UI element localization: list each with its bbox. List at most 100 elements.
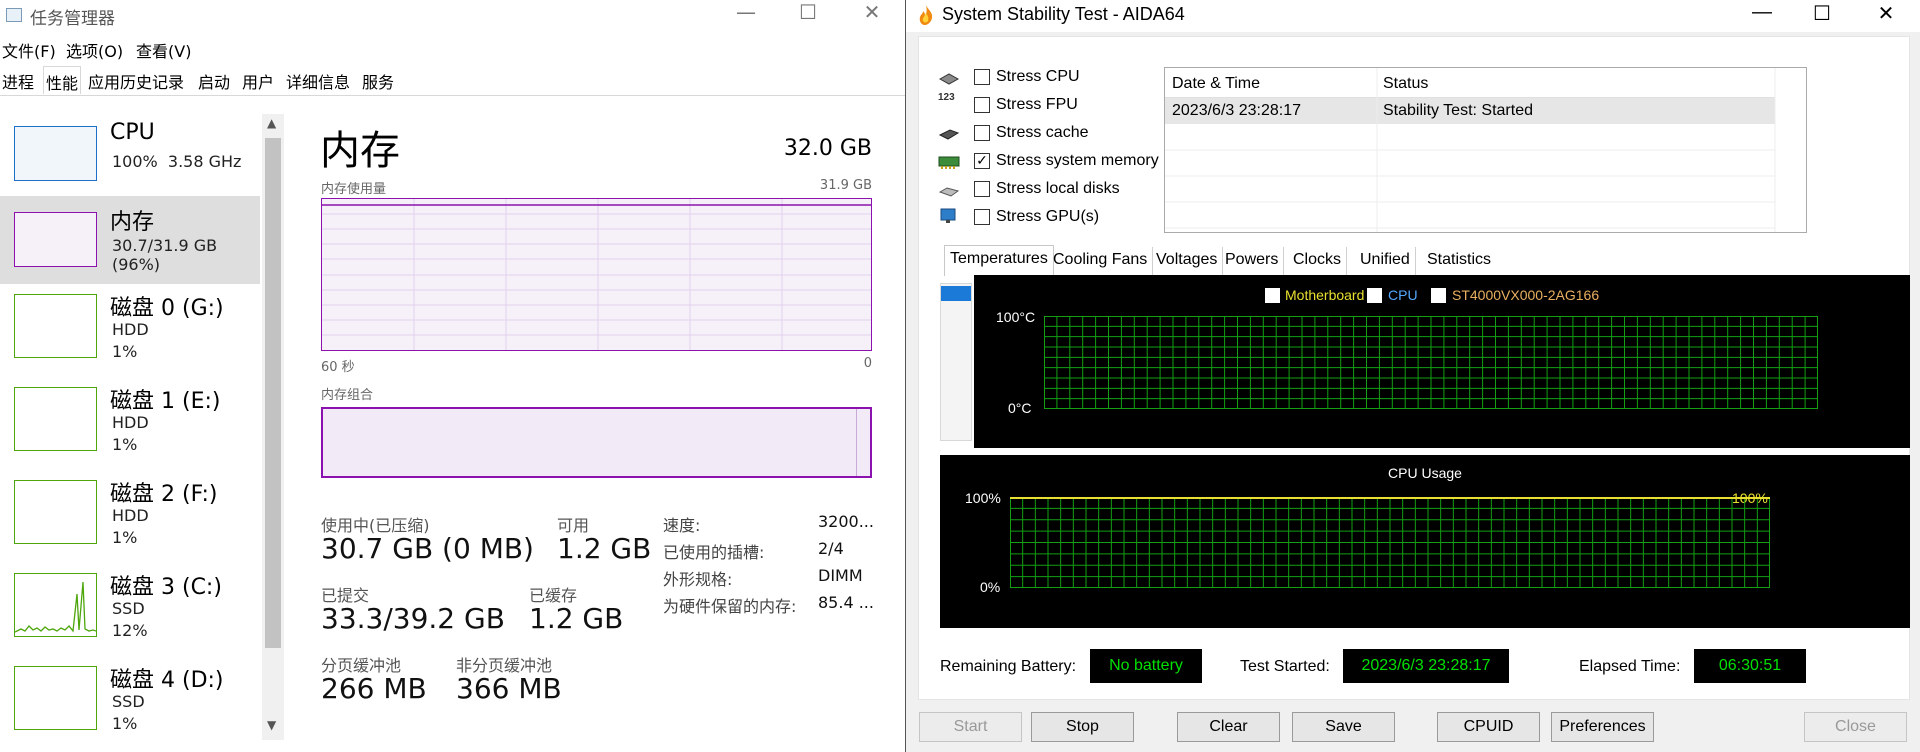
tm-window-title: 任务管理器 bbox=[30, 9, 115, 29]
scrollbar-thumb[interactable] bbox=[265, 138, 281, 648]
disk-drive-icon bbox=[938, 187, 960, 197]
disk0-thumbnail bbox=[14, 294, 97, 358]
stress-cpu-label[interactable]: Stress CPU bbox=[996, 68, 1080, 86]
sidebar-item-memory[interactable]: 内存 30.7/31.9 GB (96%) bbox=[0, 196, 260, 284]
tab-details[interactable]: 详细信息 bbox=[284, 66, 352, 94]
stress-memory-label[interactable]: Stress system memory bbox=[996, 152, 1159, 170]
perf-sidebar: CPU 100% 3.58 GHz 内存 30.7/31.9 GB (96%) … bbox=[0, 112, 284, 742]
sidebar-item-disk3[interactable]: 磁盘 3 (C:) SSD 12% bbox=[0, 565, 260, 653]
menu-file[interactable]: 文件(F) bbox=[2, 38, 56, 62]
task-manager-app-icon bbox=[6, 8, 22, 22]
sidebar-item-disk1[interactable]: 磁盘 1 (E:) HDD 1% bbox=[0, 379, 260, 467]
graph-time-right: 0 bbox=[863, 356, 872, 371]
sidebar-item-sub1: SSD bbox=[112, 692, 145, 711]
test-started-label: Test Started: bbox=[1240, 658, 1330, 675]
stress-disks-label[interactable]: Stress local disks bbox=[996, 180, 1120, 198]
memory-usage-grid bbox=[322, 199, 871, 350]
graph-time-left: 60 秒 bbox=[321, 360, 355, 375]
tab-powers[interactable]: Powers bbox=[1220, 247, 1285, 275]
stress-cpu-checkbox[interactable] bbox=[974, 69, 990, 85]
sidebar-item-sub1: 30.7/31.9 GB (96%) bbox=[112, 236, 218, 274]
sidebar-item-disk2[interactable]: 磁盘 2 (F:) HDD 1% bbox=[0, 472, 260, 560]
stress-gpu-label[interactable]: Stress GPU(s) bbox=[996, 208, 1099, 226]
log-table: Date & Time Status 2023/6/3 23:28:17 Sta… bbox=[1164, 67, 1807, 233]
scroll-up-arrow-icon[interactable]: ▲ bbox=[267, 116, 276, 130]
temp-scroller-thumb[interactable] bbox=[941, 286, 971, 301]
tab-statistics[interactable]: Statistics bbox=[1422, 247, 1496, 275]
sidebar-item-cpu[interactable]: CPU 100% 3.58 GHz bbox=[0, 116, 260, 204]
memory-usage-graph bbox=[321, 198, 872, 351]
sidebar-item-sub2: 1% bbox=[112, 714, 138, 733]
legend-disk-checkbox[interactable] bbox=[1431, 288, 1446, 303]
hardware-reserved-value: 85.4 ... bbox=[818, 593, 874, 612]
sidebar-item-sub1: HDD bbox=[112, 506, 149, 525]
preferences-button[interactable]: Preferences bbox=[1551, 712, 1654, 742]
sidebar-item-disk4[interactable]: 磁盘 4 (D:) SSD 1% bbox=[0, 658, 260, 742]
tab-users[interactable]: 用户 bbox=[240, 66, 276, 94]
stress-fpu-label[interactable]: Stress FPU bbox=[996, 96, 1078, 114]
legend-cpu-label[interactable]: CPU bbox=[1388, 287, 1418, 303]
temp-ymin-label: 0°C bbox=[1008, 400, 1032, 416]
cpu-chip-icon bbox=[938, 73, 960, 85]
cpu-ymin-label: 0% bbox=[980, 579, 1001, 595]
tab-voltages[interactable]: Voltages bbox=[1151, 247, 1224, 275]
clear-button[interactable]: Clear bbox=[1177, 712, 1280, 742]
tab-cooling-fans[interactable]: Cooling Fans bbox=[1048, 247, 1154, 275]
memory-page-title: 内存 bbox=[320, 128, 400, 174]
disk3-thumbnail bbox=[14, 573, 97, 637]
tab-temperatures[interactable]: Temperatures bbox=[944, 245, 1054, 276]
stop-button[interactable]: Stop bbox=[1031, 712, 1134, 742]
cached-value: 1.2 GB bbox=[529, 602, 624, 635]
memory-module-icon bbox=[938, 156, 960, 169]
menu-view[interactable]: 查看(V) bbox=[136, 38, 191, 62]
sidebar-item-disk0[interactable]: 磁盘 0 (G:) HDD 1% bbox=[0, 286, 260, 374]
stress-cache-checkbox[interactable] bbox=[974, 125, 990, 141]
stress-fpu-checkbox[interactable] bbox=[974, 97, 990, 113]
legend-disk-label[interactable]: ST4000VX000-2AG166 bbox=[1452, 287, 1599, 303]
tab-processes[interactable]: 进程 bbox=[0, 66, 36, 94]
tm-minimize-button[interactable]: — bbox=[716, 0, 776, 24]
stress-gpu-checkbox[interactable] bbox=[974, 209, 990, 225]
close-button[interactable]: Close bbox=[1804, 712, 1907, 742]
stress-cache-label[interactable]: Stress cache bbox=[996, 124, 1088, 142]
stress-disks-checkbox[interactable] bbox=[974, 181, 990, 197]
aida-maximize-button[interactable]: ☐ bbox=[1792, 1, 1852, 26]
memory-usage-label: 内存使用量 bbox=[321, 182, 387, 197]
test-started-value: 2023/6/3 23:28:17 bbox=[1343, 649, 1509, 683]
cpuid-button[interactable]: CPUID bbox=[1437, 712, 1540, 742]
sidebar-scrollbar[interactable]: ▲ ▼ bbox=[262, 114, 284, 740]
aida-minimize-button[interactable]: — bbox=[1732, 1, 1792, 24]
sidebar-item-title: 磁盘 3 (C:) bbox=[110, 575, 222, 600]
nonpaged-pool-value: 366 MB bbox=[456, 672, 562, 705]
tab-app-history[interactable]: 应用历史记录 bbox=[86, 66, 186, 94]
tm-maximize-button[interactable]: ☐ bbox=[778, 0, 838, 24]
speed-value: 3200... bbox=[818, 512, 874, 531]
tm-close-button[interactable]: ✕ bbox=[842, 0, 902, 24]
committed-value: 33.3/39.2 GB bbox=[321, 602, 505, 635]
aida-titlebar: System Stability Test - AIDA64 — ☐ ✕ bbox=[906, 0, 1920, 32]
menu-options[interactable]: 选项(O) bbox=[66, 38, 123, 62]
elapsed-time-value: 06:30:51 bbox=[1694, 649, 1806, 683]
aida-close-button[interactable]: ✕ bbox=[1856, 1, 1916, 26]
tab-clocks[interactable]: Clocks bbox=[1288, 247, 1348, 275]
temperature-graph: Motherboard CPU ST4000VX000-2AG166 100°C… bbox=[974, 275, 1910, 448]
aida-flame-icon bbox=[919, 5, 933, 25]
stress-memory-checkbox[interactable]: ✓ bbox=[974, 153, 990, 169]
start-button[interactable]: Start bbox=[919, 712, 1022, 742]
elapsed-time-label: Elapsed Time: bbox=[1579, 658, 1681, 675]
tab-startup[interactable]: 启动 bbox=[196, 66, 232, 94]
slots-used-label: 已使用的插槽: bbox=[663, 543, 765, 562]
memory-thumbnail bbox=[14, 212, 97, 267]
save-button[interactable]: Save bbox=[1292, 712, 1395, 742]
form-factor-label: 外形规格: bbox=[663, 570, 733, 589]
legend-motherboard-label[interactable]: Motherboard bbox=[1285, 287, 1364, 303]
tab-performance[interactable]: 性能 bbox=[43, 66, 82, 94]
temp-sensor-scroller[interactable] bbox=[940, 283, 972, 441]
tab-unified[interactable]: Unified bbox=[1355, 247, 1416, 275]
legend-motherboard-checkbox[interactable] bbox=[1265, 288, 1280, 303]
legend-cpu-checkbox[interactable] bbox=[1367, 288, 1382, 303]
log-table-gridlines bbox=[1165, 68, 1776, 232]
scroll-down-arrow-icon[interactable]: ▼ bbox=[267, 718, 276, 732]
tab-services[interactable]: 服务 bbox=[360, 66, 396, 94]
memory-usage-max: 31.9 GB bbox=[819, 178, 872, 193]
